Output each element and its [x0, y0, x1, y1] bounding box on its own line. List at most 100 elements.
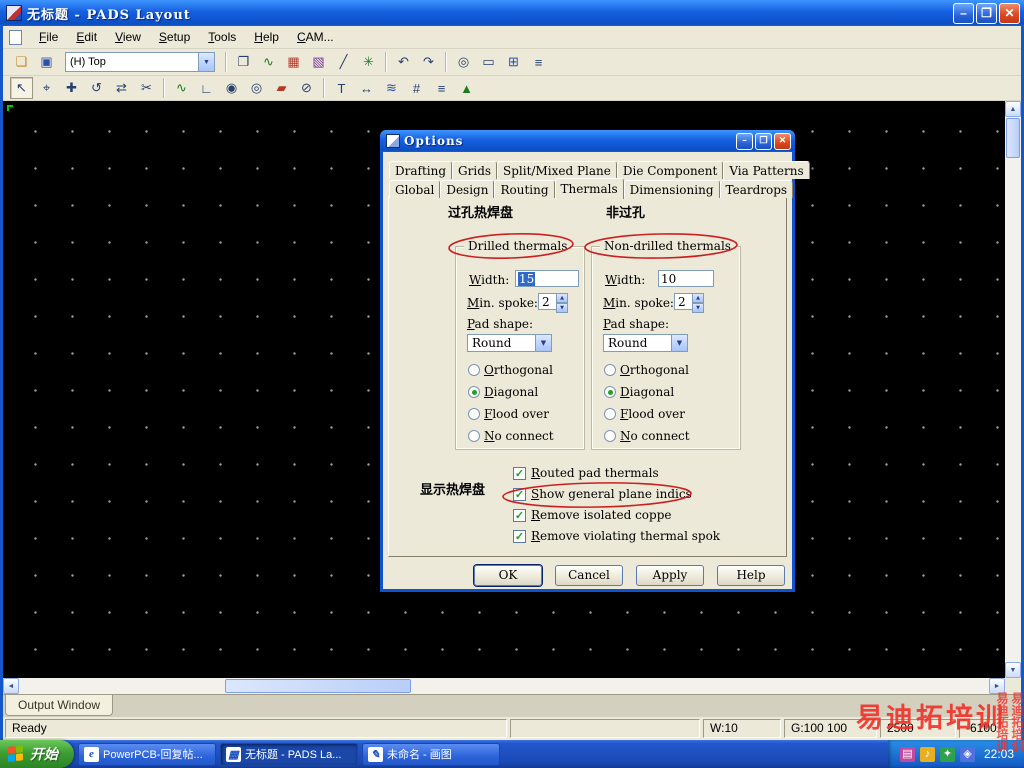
radio-diagonal[interactable]: Diagonal — [468, 385, 538, 399]
radio-orthogonal[interactable]: Orthogonal — [468, 363, 553, 377]
taskbar-item-browser[interactable]: e PowerPCB-回复帖... — [78, 742, 216, 766]
scroll-up-icon[interactable]: ▲ — [1005, 101, 1021, 117]
menu-view[interactable]: View — [106, 28, 150, 46]
menu-help[interactable]: Help — [245, 28, 288, 46]
taskbar-item-pads-layout[interactable]: ▦ 无标题 - PADS La... — [220, 742, 358, 766]
photo-view-icon[interactable]: ▧ — [307, 51, 330, 73]
hatch-icon[interactable]: ≋ — [380, 77, 403, 99]
undo-icon[interactable]: ↶ — [392, 51, 415, 73]
minimize-button[interactable]: – — [953, 2, 974, 24]
save-icon[interactable]: ▣ — [35, 51, 58, 73]
add-icon[interactable]: ✚ — [60, 77, 83, 99]
tab-routing[interactable]: Routing — [494, 180, 555, 198]
tab-thermals[interactable]: Thermals — [554, 178, 624, 199]
vertical-scrollbar[interactable]: ▲ ▼ — [1005, 101, 1021, 678]
copy-icon[interactable]: ❐ — [232, 51, 255, 73]
apply-button[interactable]: Apply — [636, 565, 704, 586]
taskbar-item-paint[interactable]: ✎ 未命名 - 画图 — [362, 742, 500, 766]
scroll-down-icon[interactable]: ▼ — [1005, 662, 1021, 678]
checkbox-label: Routed pad thermals — [531, 466, 659, 480]
input-method-icon[interactable]: ▤ — [899, 746, 915, 762]
pad-shape-select[interactable]: Round ▼ — [603, 334, 688, 352]
chevron-down-icon[interactable]: ▼ — [198, 53, 214, 71]
dialog-close-button[interactable]: ✕ — [774, 132, 791, 150]
chevron-down-icon[interactable]: ▼ — [671, 335, 687, 351]
route-mode-icon[interactable]: ∿ — [257, 51, 280, 73]
layer-combo[interactable]: (H) Top ▼ — [65, 52, 215, 72]
grid-icon[interactable]: # — [405, 77, 428, 99]
board-outline-icon[interactable]: ▭ — [477, 51, 500, 73]
menu-file[interactable]: File — [30, 28, 67, 46]
dimension-icon[interactable]: ↔ — [355, 77, 378, 99]
checkbox-show-general-plane-indicators[interactable]: ✓ Show general plane indics — [513, 487, 692, 501]
width-input[interactable]: 15 — [515, 270, 579, 287]
close-button[interactable]: ✕ — [999, 2, 1020, 24]
keepout-icon[interactable]: ⊘ — [295, 77, 318, 99]
text-icon[interactable]: T — [330, 77, 353, 99]
radio-no-connect[interactable]: No connect — [604, 429, 690, 443]
radio-diagonal[interactable]: Diagonal — [604, 385, 674, 399]
pad-shape-select[interactable]: Round ▼ — [467, 334, 552, 352]
menu-edit[interactable]: Edit — [67, 28, 106, 46]
spin-up-icon[interactable]: ▲ — [556, 293, 568, 303]
chevron-down-icon[interactable]: ▼ — [535, 335, 551, 351]
copper-icon[interactable]: ▰ — [270, 77, 293, 99]
network-icon[interactable]: ◈ — [959, 746, 975, 762]
min-spoke-stepper[interactable]: 2 ▲ ▼ — [674, 293, 704, 313]
antivirus-icon[interactable]: ✦ — [939, 746, 955, 762]
via-icon[interactable]: ◉ — [220, 77, 243, 99]
dialog-maximize-button[interactable]: ❐ — [755, 132, 772, 150]
cancel-button[interactable]: Cancel — [555, 565, 623, 586]
zoom-icon[interactable]: ◎ — [452, 51, 475, 73]
layer-combo-value: (H) Top — [70, 56, 106, 68]
select-icon[interactable]: ↖ — [10, 77, 33, 99]
tab-global[interactable]: Global — [389, 180, 441, 198]
pad-icon[interactable]: ◎ — [245, 77, 268, 99]
tab-output-window[interactable]: Output Window — [5, 695, 114, 716]
cut-icon[interactable]: ✂ — [135, 77, 158, 99]
min-spoke-stepper[interactable]: 2 ▲ ▼ — [538, 293, 568, 313]
horizontal-scrollbar[interactable]: ◄ ► — [3, 678, 1005, 694]
rotate-icon[interactable]: ↺ — [85, 77, 108, 99]
list-icon[interactable]: ≡ — [430, 77, 453, 99]
menu-setup[interactable]: Setup — [150, 28, 199, 46]
checkbox-routed-pad-thermals[interactable]: ✓ Routed pad thermals — [513, 466, 659, 480]
tab-dimensioning[interactable]: Dimensioning — [623, 180, 720, 198]
corner-icon[interactable]: ∟ — [195, 77, 218, 99]
horizontal-scroll-thumb[interactable] — [225, 679, 411, 693]
volume-icon[interactable]: ♪ — [919, 746, 935, 762]
checkbox-remove-violating-thermal-spokes[interactable]: ✓ Remove violating thermal spok — [513, 529, 720, 543]
route-icon[interactable]: ∿ — [170, 77, 193, 99]
open-folder-icon[interactable]: ❏ — [10, 51, 33, 73]
spreadsheet-icon[interactable]: ⊞ — [502, 51, 525, 73]
width-input[interactable]: 10 — [658, 270, 714, 287]
maximize-button[interactable]: ❐ — [976, 2, 997, 24]
menu-tools[interactable]: Tools — [199, 28, 245, 46]
radio-flood-over[interactable]: Flood over — [468, 407, 549, 421]
ok-button[interactable]: OK — [474, 565, 542, 586]
dialog-titlebar[interactable]: Options – ❐ ✕ — [380, 130, 795, 152]
add-line-icon[interactable]: ╱ — [332, 51, 355, 73]
radio-no-connect[interactable]: No connect — [468, 429, 554, 443]
spin-down-icon[interactable]: ▼ — [692, 303, 704, 313]
dialog-minimize-button[interactable]: – — [736, 132, 753, 150]
vertical-scroll-thumb[interactable] — [1006, 118, 1020, 158]
redo-icon[interactable]: ↷ — [417, 51, 440, 73]
mirror-icon[interactable]: ⇄ — [110, 77, 133, 99]
spin-up-icon[interactable]: ▲ — [692, 293, 704, 303]
macro-icon[interactable]: ≡ — [527, 51, 550, 73]
tab-teardrops[interactable]: Teardrops — [719, 180, 794, 198]
spin-down-icon[interactable]: ▼ — [556, 303, 568, 313]
menu-cam[interactable]: CAM... — [288, 28, 343, 46]
drc-icon[interactable]: ▲ — [455, 77, 478, 99]
help-button[interactable]: Help — [717, 565, 785, 586]
radio-flood-over[interactable]: Flood over — [604, 407, 685, 421]
checkbox-remove-isolated-copper[interactable]: ✓ Remove isolated coppe — [513, 508, 672, 522]
tab-design[interactable]: Design — [440, 180, 495, 198]
cluster-icon[interactable]: ✳ — [357, 51, 380, 73]
scroll-left-icon[interactable]: ◄ — [3, 678, 19, 694]
radio-orthogonal[interactable]: Orthogonal — [604, 363, 689, 377]
layers-icon[interactable]: ▦ — [282, 51, 305, 73]
origin-icon[interactable]: ⌖ — [35, 77, 58, 99]
start-button[interactable]: 开始 — [0, 740, 74, 768]
